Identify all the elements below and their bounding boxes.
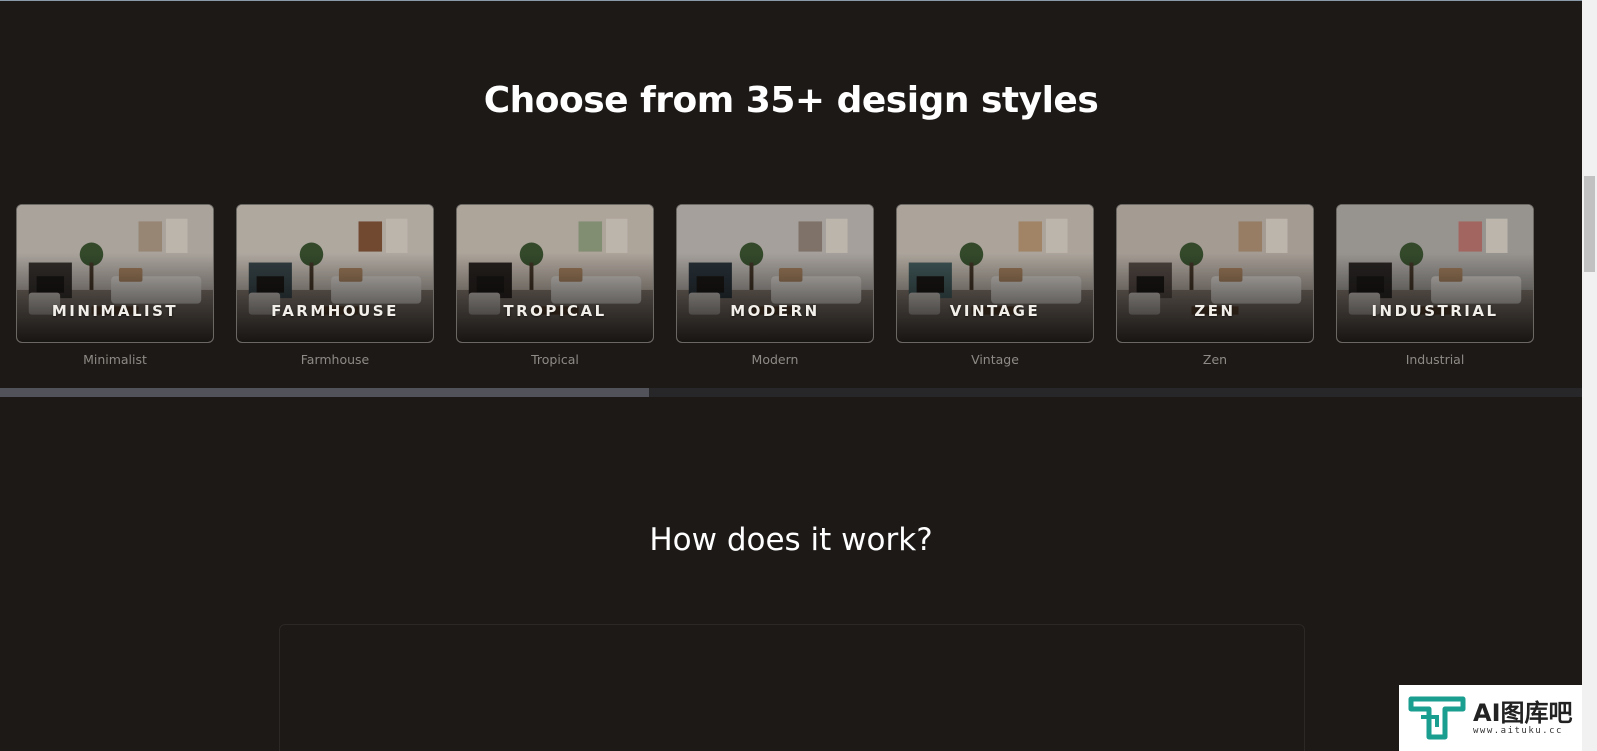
style-caption: Tropical — [531, 352, 579, 367]
style-caption: Zen — [1202, 352, 1228, 367]
style-card-tropical[interactable]: TROPICAL Tropical — [456, 204, 654, 367]
style-thumbnail[interactable]: INDUSTRIAL — [1336, 204, 1534, 343]
style-thumbnail[interactable]: ZEN — [1116, 204, 1314, 343]
style-card-farmhouse[interactable]: FARMHOUSE Farmhouse — [236, 204, 434, 367]
style-card-minimalist[interactable]: MINIMALIST Minimalist — [16, 204, 214, 367]
top-divider — [0, 0, 1597, 1]
style-thumbnail-label: ZEN — [1194, 302, 1236, 320]
style-thumbnail[interactable]: MINIMALIST — [16, 204, 214, 343]
page-scrollbar-thumb[interactable] — [1584, 176, 1595, 272]
watermark-url: www.aituku.cc — [1473, 726, 1563, 736]
style-thumbnail-label: MINIMALIST — [51, 302, 179, 320]
style-card-vintage[interactable]: VINTAGE Vintage — [896, 204, 1094, 367]
carousel-scroll-track[interactable] — [0, 388, 1582, 397]
how-it-works-panel — [279, 624, 1305, 751]
design-styles-carousel[interactable]: MINIMALIST Minimalist FARMHOUSE Farmhous… — [0, 204, 1582, 404]
style-thumbnail[interactable]: FARMHOUSE — [236, 204, 434, 343]
style-caption: Farmhouse — [300, 352, 370, 367]
page: Choose from 35+ design styles MINIMALIST… — [0, 0, 1597, 751]
styles-section-title: Choose from 35+ design styles — [483, 80, 1099, 121]
style-thumbnail[interactable]: MODERN — [676, 204, 874, 343]
watermark-brand: AI图库吧 — [1473, 699, 1573, 727]
style-caption: Vintage — [971, 352, 1019, 367]
style-caption: Minimalist — [83, 352, 147, 367]
style-card-industrial[interactable]: INDUSTRIAL Industrial — [1336, 204, 1534, 367]
how-it-works-title: How does it work? — [649, 522, 933, 558]
style-thumbnail-label: MODERN — [730, 302, 820, 320]
style-thumbnail-label: VINTAGE — [949, 302, 1041, 320]
style-card-zen[interactable]: ZEN Zen — [1116, 204, 1314, 367]
carousel-scroll-thumb[interactable] — [0, 388, 649, 397]
watermark-badge: AI图库吧 www.aituku.cc — [1399, 685, 1582, 751]
style-caption: Modern — [751, 352, 799, 367]
style-thumbnail[interactable]: TROPICAL — [456, 204, 654, 343]
style-caption: Industrial — [1405, 352, 1465, 367]
page-scrollbar[interactable] — [1582, 0, 1597, 751]
style-thumbnail-label: TROPICAL — [503, 302, 607, 320]
style-card-modern[interactable]: MODERN Modern — [676, 204, 874, 367]
style-thumbnail-label: FARMHOUSE — [271, 302, 399, 320]
watermark-logo-icon — [1408, 696, 1466, 740]
style-thumbnail-label: INDUSTRIAL — [1371, 302, 1499, 320]
style-thumbnail[interactable]: VINTAGE — [896, 204, 1094, 343]
